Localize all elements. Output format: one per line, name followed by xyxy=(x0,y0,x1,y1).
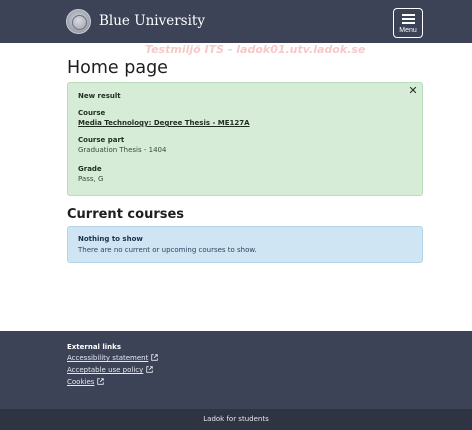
bottom-bar: Ladok for students xyxy=(0,409,472,430)
current-courses-title: Current courses xyxy=(67,207,185,222)
grade-value: Pass, G xyxy=(78,175,104,183)
grade-label: Grade xyxy=(78,165,102,173)
empty-heading: Nothing to show xyxy=(78,235,143,243)
university-name[interactable]: Blue University xyxy=(99,13,205,29)
top-navigation-bar: Blue University Menu xyxy=(0,0,472,43)
environment-watermark: Testmiljö ITS - ladok01.utv.ladok.se xyxy=(145,43,366,56)
acceptable-use-policy-link[interactable]: Acceptable use policy xyxy=(67,366,154,374)
new-result-heading: New result xyxy=(78,92,121,100)
accessibility-statement-label: Accessibility statement xyxy=(67,354,149,362)
menu-button[interactable]: Menu xyxy=(393,8,423,38)
course-part-label: Course part xyxy=(78,136,125,144)
menu-button-label: Menu xyxy=(399,27,417,34)
external-link-icon xyxy=(146,366,154,373)
acceptable-use-policy-label: Acceptable use policy xyxy=(67,366,144,374)
course-link[interactable]: Media Technology: Degree Thesis - ME127A xyxy=(78,119,250,127)
hamburger-icon xyxy=(402,14,415,24)
new-result-alert: ✕ New result Course Media Technology: De… xyxy=(67,82,423,196)
course-part-value: Graduation Thesis - 1404 xyxy=(78,146,167,154)
external-link-icon xyxy=(151,354,159,361)
ladok-for-students-label: Ladok for students xyxy=(203,415,269,423)
external-link-icon xyxy=(97,378,105,385)
empty-text: There are no current or upcoming courses… xyxy=(78,246,257,254)
university-logo-icon[interactable] xyxy=(66,9,91,34)
cookies-link[interactable]: Cookies xyxy=(67,378,105,386)
external-links-title: External links xyxy=(67,343,121,351)
course-label: Course xyxy=(78,109,106,117)
footer: External links Accessibility statement A… xyxy=(0,331,472,409)
page-title: Home page xyxy=(67,58,168,78)
current-courses-empty-alert: Nothing to show There are no current or … xyxy=(67,226,423,263)
cookies-label: Cookies xyxy=(67,378,95,386)
accessibility-statement-link[interactable]: Accessibility statement xyxy=(67,354,159,362)
close-icon[interactable]: ✕ xyxy=(406,84,420,98)
